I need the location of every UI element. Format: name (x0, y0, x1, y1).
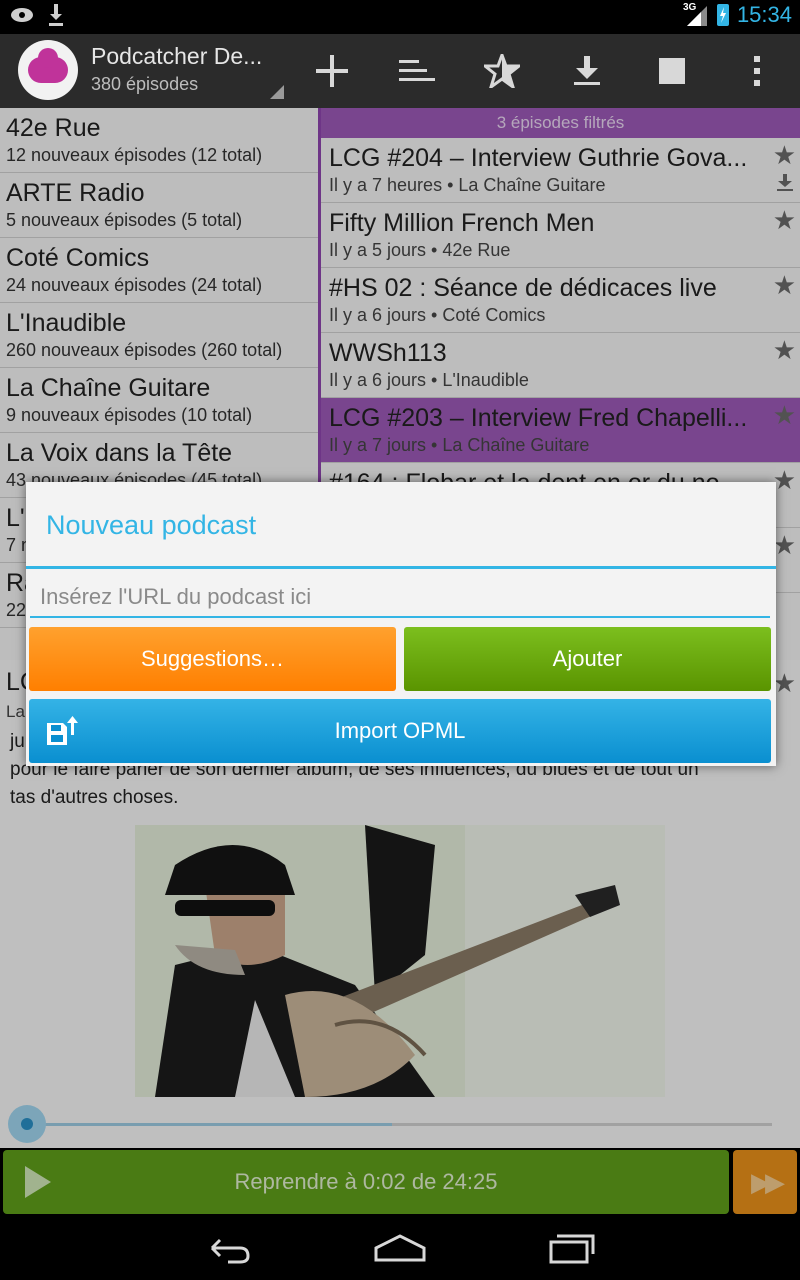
add-button[interactable]: Ajouter (404, 627, 771, 691)
podcast-url-input[interactable] (30, 578, 770, 618)
status-indicators: 3G 15:34 (683, 2, 792, 28)
notification-icons (10, 4, 64, 31)
home-button[interactable] (370, 1226, 430, 1270)
status-bar: 3G 15:34 (0, 0, 800, 34)
clock: 15:34 (736, 2, 792, 27)
back-icon (210, 1238, 250, 1264)
battery-icon (716, 4, 729, 26)
dialog-title: Nouveau podcast (46, 510, 257, 540)
recents-button[interactable] (541, 1226, 601, 1270)
star-icon (484, 54, 520, 88)
add-icon (316, 55, 348, 87)
dialog-divider (26, 566, 776, 569)
app-title[interactable]: Podcatcher De... (91, 43, 262, 70)
download-button[interactable] (562, 46, 612, 96)
back-button[interactable] (198, 1226, 258, 1270)
cast-icon (10, 6, 34, 29)
stop-icon (659, 58, 685, 84)
sort-icon (399, 60, 435, 81)
add-podcast-button[interactable] (307, 46, 357, 96)
new-podcast-dialog: Nouveau podcast Suggestions… Ajouter Imp… (26, 482, 776, 766)
sort-button[interactable] (392, 46, 442, 96)
navigation-bar (0, 1216, 800, 1280)
app-logo[interactable] (18, 40, 78, 100)
recents-icon (549, 1234, 595, 1264)
import-file-icon (47, 716, 78, 745)
stop-button[interactable] (647, 46, 697, 96)
spinner-indicator (270, 85, 284, 99)
overflow-menu-icon (754, 56, 760, 86)
import-opml-button[interactable]: Import OPML (29, 699, 771, 763)
import-opml-label: Import OPML (334, 718, 466, 743)
screen: 3G 15:34 Podcatcher De... 380 épisodes 4… (0, 0, 800, 1280)
suggestions-button[interactable]: Suggestions… (29, 627, 396, 691)
cloud-icon (28, 48, 68, 83)
overflow-menu-button[interactable] (732, 46, 782, 96)
home-icon (374, 1234, 426, 1262)
action-bar: Podcatcher De... 380 épisodes (0, 34, 800, 108)
download-icon (574, 56, 600, 85)
filter-favorites-button[interactable] (477, 46, 527, 96)
cell-signal-icon: 3G (683, 2, 709, 28)
episode-count: 380 épisodes (91, 74, 199, 94)
download-notification-icon (48, 4, 64, 31)
network-type: 3G (682, 2, 697, 13)
